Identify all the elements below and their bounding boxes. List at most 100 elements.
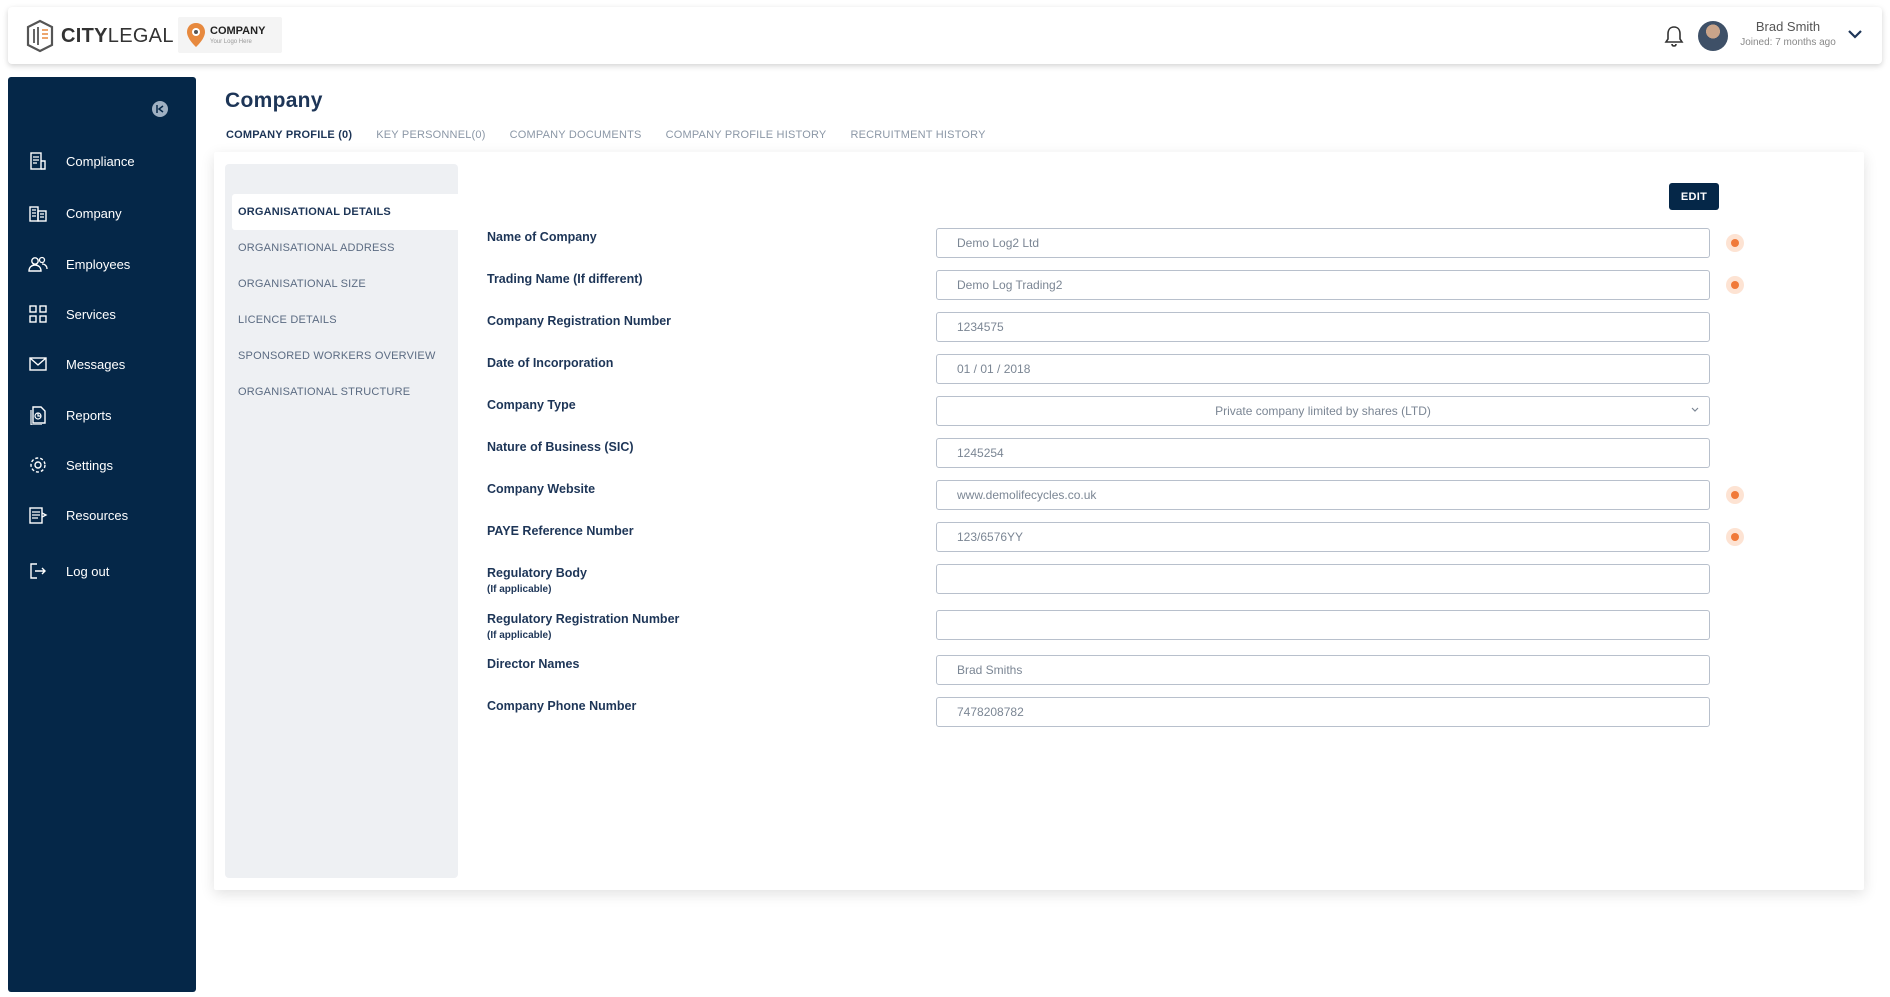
field-sublabel: (If applicable) (487, 584, 552, 595)
sidebar-item-logout[interactable]: Log out (8, 553, 196, 589)
sidebar-item-employees[interactable]: Employees (8, 246, 196, 282)
field-label: PAYE Reference Number (487, 524, 634, 538)
company-website-field[interactable] (936, 480, 1710, 510)
resources-icon (29, 507, 48, 524)
status-indicator-icon[interactable] (1726, 528, 1744, 546)
field-sublabel: (If applicable) (487, 630, 552, 641)
company-type-select[interactable]: Private company limited by shares (LTD) (936, 396, 1710, 426)
form-row-trading-name: Trading Name (If different) (487, 270, 1767, 304)
field-label: Trading Name (If different) (487, 272, 643, 286)
sidebar-item-compliance[interactable]: Compliance (8, 143, 196, 179)
subnav-organisational-structure[interactable]: ORGANISATIONAL STRUCTURE (232, 374, 458, 410)
section-subnav: ORGANISATIONAL DETAILS ORGANISATIONAL AD… (225, 164, 458, 878)
user-name[interactable]: Brad Smith (1738, 19, 1838, 34)
field-label: Date of Incorporation (487, 356, 614, 370)
sidebar-item-settings[interactable]: Settings (8, 447, 196, 483)
top-bar: CITYLEGAL COMPANY Your Logo Here Brad Sm… (8, 7, 1882, 64)
tab-bar: COMPANY PROFILE (0) KEY PERSONNEL(0) COM… (214, 121, 998, 153)
chevron-down-icon[interactable] (1848, 29, 1862, 39)
date-of-incorporation-field[interactable] (936, 354, 1710, 384)
edit-button[interactable]: EDIT (1669, 183, 1719, 210)
status-indicator-icon[interactable] (1726, 486, 1744, 504)
name-of-company-field[interactable] (936, 228, 1710, 258)
subnav-sponsored-workers-overview[interactable]: SPONSORED WORKERS OVERVIEW (232, 338, 458, 374)
sidebar: Compliance Company Employees Services Me… (8, 77, 196, 992)
bell-icon[interactable] (1663, 24, 1685, 48)
brand-name: CITYLEGAL (61, 24, 174, 47)
location-pin-icon (187, 23, 205, 47)
field-label: Name of Company (487, 230, 597, 244)
tab-company-profile[interactable]: COMPANY PROFILE (0) (214, 121, 365, 153)
form-row-regulatory-registration-number: Regulatory Registration Number (If appli… (487, 610, 1767, 644)
field-label: Company Type (487, 398, 576, 412)
form-row-registration-number: Company Registration Number (487, 312, 1767, 346)
form-row-date-of-incorporation: Date of Incorporation (487, 354, 1767, 388)
page-title: Company (225, 89, 323, 112)
grid-icon (29, 305, 47, 323)
company-profile-card (214, 152, 1864, 890)
sidebar-item-resources[interactable]: Resources (8, 497, 196, 533)
field-label: Company Phone Number (487, 699, 637, 713)
collapse-sidebar-button[interactable] (152, 101, 168, 117)
director-names-field[interactable] (936, 655, 1710, 685)
company-logo: COMPANY Your Logo Here (178, 17, 282, 53)
company-phone-number-field[interactable] (936, 697, 1710, 727)
report-icon (30, 406, 46, 425)
chevron-down-icon (1691, 407, 1699, 412)
sidebar-item-label: Reports (66, 407, 112, 423)
collapse-icon (156, 105, 164, 113)
tab-company-documents[interactable]: COMPANY DOCUMENTS (498, 121, 654, 153)
company-logo-subtitle: Your Logo Here (210, 38, 252, 45)
regulatory-registration-number-field[interactable] (936, 610, 1710, 640)
field-label: Nature of Business (SIC) (487, 440, 634, 454)
avatar[interactable] (1698, 21, 1728, 51)
form-row-director-names: Director Names (487, 655, 1767, 689)
logout-icon (30, 563, 46, 579)
sidebar-item-reports[interactable]: Reports (8, 397, 196, 433)
sidebar-item-label: Messages (66, 356, 126, 372)
status-indicator-icon[interactable] (1726, 234, 1744, 252)
field-label: Director Names (487, 657, 580, 671)
building-icon (28, 203, 48, 223)
envelope-icon (29, 357, 47, 371)
company-logo-title: COMPANY (210, 24, 266, 37)
field-label: Regulatory Body (487, 566, 588, 580)
subnav-licence-details[interactable]: LICENCE DETAILS (232, 302, 458, 338)
user-joined-text: Joined: 7 months ago (1740, 37, 1836, 48)
tab-key-personnel[interactable]: KEY PERSONNEL(0) (364, 121, 497, 153)
status-indicator-icon[interactable] (1726, 276, 1744, 294)
citylegal-logo-icon (26, 19, 54, 53)
nature-of-business-field[interactable] (936, 438, 1710, 468)
citylegal-logo[interactable]: CITYLEGAL (25, 17, 174, 55)
gear-icon (30, 457, 46, 473)
subnav-organisational-size[interactable]: ORGANISATIONAL SIZE (232, 266, 458, 302)
sidebar-item-company[interactable]: Company (8, 195, 196, 231)
subnav-organisational-details[interactable]: ORGANISATIONAL DETAILS (232, 194, 458, 230)
sidebar-item-label: Compliance (66, 153, 135, 169)
sidebar-item-label: Employees (66, 256, 131, 272)
sidebar-item-messages[interactable]: Messages (8, 346, 196, 382)
sidebar-item-label: Services (66, 306, 116, 322)
field-label: Company Registration Number (487, 314, 672, 328)
compliance-icon (30, 152, 46, 170)
field-label: Regulatory Registration Number (487, 612, 680, 626)
tab-company-profile-history[interactable]: COMPANY PROFILE HISTORY (654, 121, 839, 153)
field-label: Company Website (487, 482, 596, 496)
form-row-name-of-company: Name of Company (487, 228, 1767, 262)
form-row-paye-reference: PAYE Reference Number (487, 522, 1767, 556)
paye-reference-number-field[interactable] (936, 522, 1710, 552)
form-row-company-website: Company Website (487, 480, 1767, 514)
users-icon (28, 256, 48, 272)
trading-name-field[interactable] (936, 270, 1710, 300)
regulatory-body-field[interactable] (936, 564, 1710, 594)
company-registration-number-field[interactable] (936, 312, 1710, 342)
form-row-company-type: Company Type Private company limited by … (487, 396, 1767, 430)
form-row-nature-of-business: Nature of Business (SIC) (487, 438, 1767, 472)
sidebar-item-services[interactable]: Services (8, 296, 196, 332)
subnav-organisational-address[interactable]: ORGANISATIONAL ADDRESS (232, 230, 458, 266)
tab-recruitment-history[interactable]: RECRUITMENT HISTORY (838, 121, 997, 153)
sidebar-item-label: Settings (66, 457, 113, 473)
form-row-company-phone: Company Phone Number (487, 697, 1767, 731)
sidebar-item-label: Company (66, 205, 122, 221)
sidebar-item-label: Log out (66, 563, 110, 579)
